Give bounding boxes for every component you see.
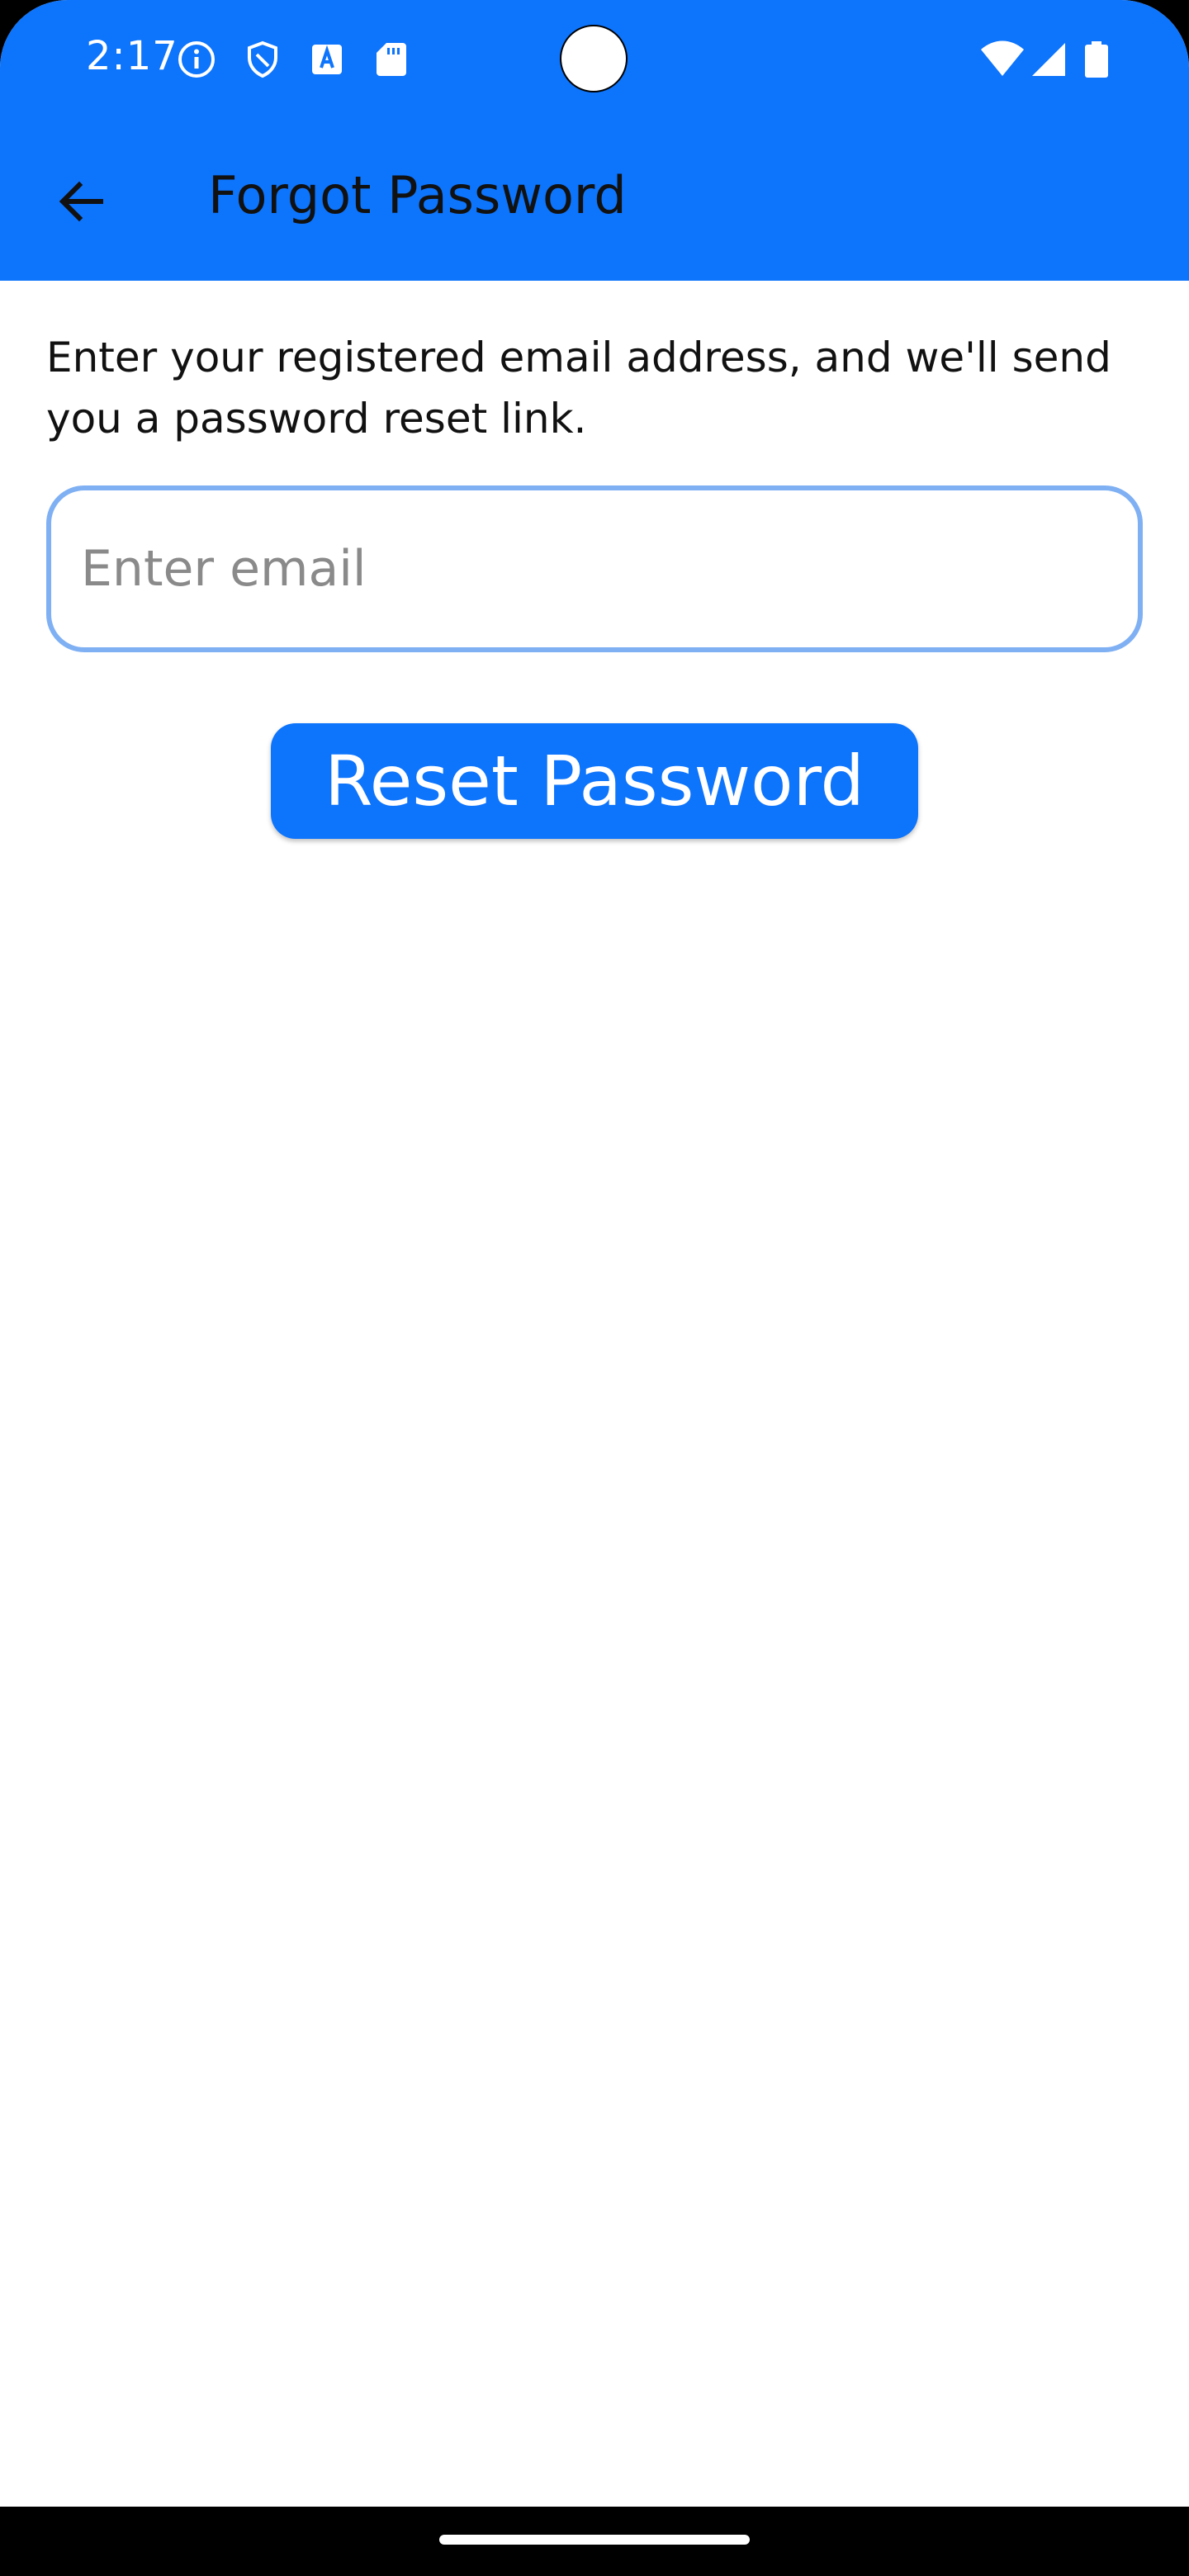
page-title: Forgot Password: [208, 165, 627, 225]
reset-password-button[interactable]: Reset Password: [271, 723, 918, 839]
email-field[interactable]: [46, 485, 1143, 652]
font-a-icon: [307, 40, 347, 79]
arrow-back-icon: [59, 181, 103, 222]
wifi-icon: [979, 40, 1026, 79]
battery-icon: [1082, 40, 1111, 79]
home-gesture-handle[interactable]: [439, 2535, 750, 2545]
phone-screen: 2:17 Forgot Password Enter your register…: [0, 0, 1189, 2576]
signal-icon: [1029, 40, 1068, 79]
email-input[interactable]: [51, 490, 1138, 647]
navigation-bar: [0, 2507, 1189, 2576]
instructions-text: Enter your registered email address, and…: [46, 334, 1111, 443]
sd-card-icon: [372, 40, 411, 79]
app-bar: Forgot Password: [0, 121, 1189, 281]
shield-icon: [243, 40, 282, 79]
status-time: 2:17: [86, 33, 178, 79]
info-icon: [177, 40, 216, 79]
back-button[interactable]: [41, 162, 121, 241]
status-bar: 2:17: [0, 0, 1189, 121]
front-camera: [560, 25, 628, 92]
